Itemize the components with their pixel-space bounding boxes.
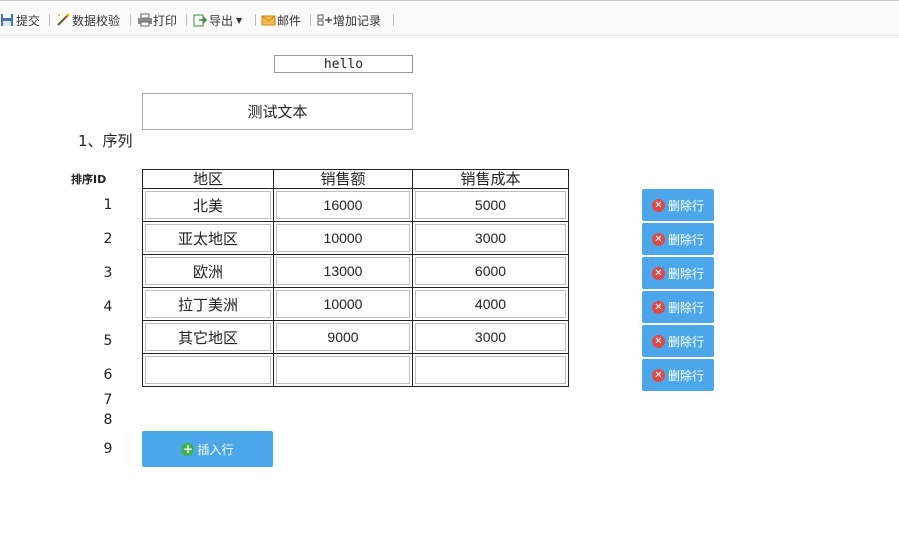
validate-label: 数据校验 xyxy=(72,13,121,28)
mail-button[interactable]: 邮件 xyxy=(261,11,301,29)
table-row: 欧洲 13000 6000 xyxy=(142,254,569,288)
insert-row-button[interactable]: + 插入行 xyxy=(142,431,273,467)
plus-circle-icon: + xyxy=(181,441,195,456)
row-number: 7 xyxy=(103,392,113,408)
delete-row-button[interactable]: ✕ 删除行 xyxy=(642,257,714,289)
table-row xyxy=(142,353,569,387)
sort-id-label: 排序ID xyxy=(71,173,107,186)
sales-cell[interactable] xyxy=(276,356,410,384)
delete-row-button[interactable]: ✕ 删除行 xyxy=(642,189,714,221)
close-circle-icon: ✕ xyxy=(651,266,665,280)
row-number: 3 xyxy=(103,265,113,281)
toolbar-divider xyxy=(186,14,187,26)
cost-cell[interactable]: 3000 xyxy=(415,224,566,252)
sales-table: 地区 销售额 销售成本 北美 16000 5000 亚太地区 10000 300… xyxy=(142,169,569,387)
sales-cell[interactable]: 10000 xyxy=(276,290,410,318)
delete-row-label: 删除行 xyxy=(667,334,704,349)
print-button[interactable]: 打印 xyxy=(137,11,177,29)
sales-cell[interactable]: 16000 xyxy=(276,191,410,219)
close-circle-icon: ✕ xyxy=(651,368,665,382)
column-header-region: 地区 xyxy=(142,169,274,189)
sales-cell[interactable]: 13000 xyxy=(276,257,410,285)
region-cell[interactable] xyxy=(145,356,271,384)
row-number: 6 xyxy=(103,367,113,383)
column-header-cost: 销售成本 xyxy=(412,169,569,189)
delete-row-label: 删除行 xyxy=(667,368,704,383)
print-label: 打印 xyxy=(153,13,178,28)
delete-row-label: 删除行 xyxy=(667,232,704,247)
add-record-label: 增加记录 xyxy=(333,13,382,28)
toolbar-divider xyxy=(393,14,394,26)
table-row: 拉丁美洲 10000 4000 xyxy=(142,287,569,321)
row-number: 8 xyxy=(103,412,113,428)
toolbar-divider xyxy=(255,14,256,26)
region-cell[interactable]: 欧洲 xyxy=(145,257,271,285)
export-dropdown[interactable]: 导出 ▼ xyxy=(193,11,242,29)
mail-label: 邮件 xyxy=(277,13,302,28)
insert-row-label: 插入行 xyxy=(197,442,234,457)
cost-cell[interactable]: 4000 xyxy=(415,290,566,318)
delete-row-button[interactable]: ✕ 删除行 xyxy=(642,359,714,391)
printer-icon xyxy=(137,13,152,27)
validate-button[interactable]: 数据校验 xyxy=(56,11,120,29)
close-circle-icon: ✕ xyxy=(651,334,665,348)
toolbar-divider xyxy=(49,14,50,26)
export-label: 导出 xyxy=(209,13,234,28)
submit-label: 提交 xyxy=(16,13,41,28)
submit-button[interactable]: 提交 xyxy=(0,11,40,29)
cost-cell[interactable] xyxy=(415,356,566,384)
close-circle-icon: ✕ xyxy=(651,198,665,212)
region-cell[interactable]: 亚太地区 xyxy=(145,224,271,252)
row-number: 2 xyxy=(103,231,113,247)
add-record-icon xyxy=(317,13,332,27)
delete-row-button[interactable]: ✕ 删除行 xyxy=(642,325,714,357)
table-header-row: 地区 销售额 销售成本 xyxy=(142,169,569,189)
delete-row-label: 删除行 xyxy=(667,198,704,213)
row-number: 1 xyxy=(103,197,113,213)
magic-wand-icon xyxy=(56,13,70,27)
row-number: 9 xyxy=(103,441,113,457)
region-cell[interactable]: 其它地区 xyxy=(145,323,271,351)
envelope-icon xyxy=(261,13,276,27)
region-cell[interactable]: 北美 xyxy=(145,191,271,219)
toolbar-divider xyxy=(130,14,131,26)
toolbar-divider xyxy=(310,14,311,26)
table-row: 亚太地区 10000 3000 xyxy=(142,221,569,255)
table-row: 其它地区 9000 3000 xyxy=(142,320,569,354)
test-text-cell: 测试文本 xyxy=(142,93,413,130)
caret-down-icon: ▼ xyxy=(236,15,243,25)
column-header-sales: 销售额 xyxy=(273,169,413,189)
close-circle-icon: ✕ xyxy=(651,232,665,246)
row-number: 5 xyxy=(103,333,113,349)
toolbar: 提交 数据校验 打印 导出 ▼ 邮件 增加记录 xyxy=(0,0,899,36)
add-record-button[interactable]: 增加记录 xyxy=(317,11,381,29)
delete-row-label: 删除行 xyxy=(667,300,704,315)
hello-text-cell: hello xyxy=(274,55,413,73)
sales-cell[interactable]: 10000 xyxy=(276,224,410,252)
region-cell[interactable]: 拉丁美洲 xyxy=(145,290,271,318)
export-icon xyxy=(193,13,208,27)
sales-cell[interactable]: 9000 xyxy=(276,323,410,351)
cost-cell[interactable]: 6000 xyxy=(415,257,566,285)
row-number: 4 xyxy=(103,299,113,315)
table-row: 北美 16000 5000 xyxy=(142,188,569,222)
save-icon xyxy=(0,13,14,27)
delete-row-button[interactable]: ✕ 删除行 xyxy=(642,291,714,323)
cost-cell[interactable]: 3000 xyxy=(415,323,566,351)
delete-row-button[interactable]: ✕ 删除行 xyxy=(642,223,714,255)
cost-cell[interactable]: 5000 xyxy=(415,191,566,219)
delete-row-label: 删除行 xyxy=(667,266,704,281)
section-title: 1、序列 xyxy=(78,132,133,150)
close-circle-icon: ✕ xyxy=(651,300,665,314)
